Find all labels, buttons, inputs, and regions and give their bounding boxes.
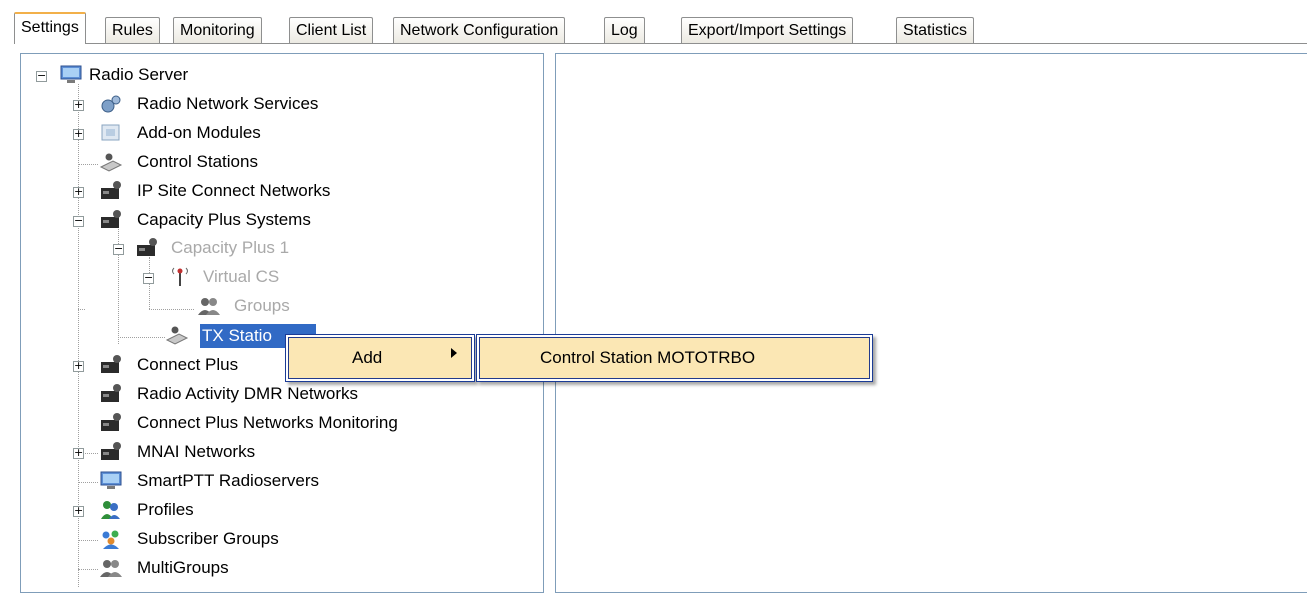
menu-item-control-station-mototrbo-label: Control Station MOTOTRBO (540, 348, 756, 367)
settings-tree-panel[interactable]: − Radio Server + Radio Network Services … (20, 53, 544, 593)
tab-export-import-settings[interactable]: Export/Import Settings (681, 17, 854, 43)
tree-node-radio-server[interactable]: Radio Server (87, 63, 190, 87)
expand-icon[interactable]: + (73, 505, 84, 517)
services-icon (101, 95, 121, 113)
tab-log[interactable]: Log (604, 17, 645, 43)
tree-line (149, 309, 194, 310)
tree-line (78, 569, 98, 570)
tree-node-mnai-networks[interactable]: MNAI Networks (135, 440, 257, 464)
repeater-icon (101, 384, 121, 402)
tree-node-multigroups[interactable]: MultiGroups (135, 556, 231, 580)
repeater-icon (101, 413, 121, 431)
repeater-icon (101, 181, 121, 199)
menu-item-add[interactable]: Add (288, 337, 472, 379)
tree-node-ip-site-connect-networks[interactable]: IP Site Connect Networks (135, 179, 332, 203)
tab-network-configuration[interactable]: Network Configuration (393, 17, 566, 43)
control-station-icon (99, 153, 123, 172)
server-icon (60, 65, 82, 83)
tree-line (118, 337, 165, 338)
expand-icon[interactable]: + (73, 186, 84, 198)
expand-icon[interactable]: + (73, 447, 84, 459)
tree-node-add-on-modules[interactable]: Add-on Modules (135, 121, 263, 145)
tree-node-smartptt-radioservers[interactable]: SmartPTT Radioservers (135, 469, 321, 493)
collapse-icon[interactable]: − (143, 272, 154, 284)
tree-line (78, 540, 98, 541)
tab-client-list[interactable]: Client List (289, 17, 374, 43)
details-panel (555, 53, 1307, 593)
tree-node-radio-network-services[interactable]: Radio Network Services (135, 92, 320, 116)
tab-settings[interactable]: Settings (14, 12, 86, 44)
tree-node-capacity-plus-1[interactable]: Capacity Plus 1 (169, 236, 291, 260)
modules-icon (101, 124, 120, 141)
repeater-icon (101, 210, 121, 228)
expand-icon[interactable]: + (73, 128, 84, 140)
tree-node-connect-plus[interactable]: Connect Plus (135, 353, 240, 377)
collapse-icon[interactable]: − (73, 215, 84, 227)
antenna-icon (172, 267, 188, 286)
group-icon (198, 298, 220, 315)
collapse-icon[interactable]: − (36, 70, 47, 82)
tab-monitoring[interactable]: Monitoring (173, 17, 262, 43)
expand-icon[interactable]: + (73, 99, 84, 111)
tab-strip-baseline (14, 43, 1307, 44)
subscriber-groups-icon (102, 530, 119, 549)
tree-line (78, 482, 98, 483)
tree-node-radio-activity-dmr-networks[interactable]: Radio Activity DMR Networks (135, 382, 360, 406)
profiles-icon (101, 501, 120, 519)
repeater-icon (101, 355, 121, 373)
tree-node-connect-plus-networks-monitoring[interactable]: Connect Plus Networks Monitoring (135, 411, 400, 435)
tab-rules[interactable]: Rules (105, 17, 160, 43)
tree-line (78, 309, 85, 310)
tree-node-virtual-cs[interactable]: Virtual CS (201, 265, 281, 289)
server-icon (100, 471, 122, 489)
submenu-arrow-icon (451, 348, 457, 358)
repeater-icon (101, 442, 121, 460)
tree-line (78, 164, 98, 165)
menu-item-control-station-mototrbo[interactable]: Control Station MOTOTRBO (479, 337, 870, 379)
menu-item-add-label: Add (352, 348, 383, 367)
tab-statistics[interactable]: Statistics (896, 17, 975, 43)
context-menu: Add (285, 334, 475, 382)
tab-strip: Settings Rules Monitoring Client List Ne… (14, 10, 1307, 46)
tree-node-groups[interactable]: Groups (232, 294, 292, 318)
tree-node-profiles[interactable]: Profiles (135, 498, 196, 522)
repeater-icon (137, 238, 157, 256)
submenu: Control Station MOTOTRBO (476, 334, 873, 382)
control-station-icon (165, 326, 189, 345)
tree-node-capacity-plus-systems[interactable]: Capacity Plus Systems (135, 208, 313, 232)
expand-icon[interactable]: + (73, 360, 84, 372)
group-icon (100, 560, 122, 577)
tree-node-control-stations[interactable]: Control Stations (135, 150, 260, 174)
tree-node-subscriber-groups[interactable]: Subscriber Groups (135, 527, 281, 551)
collapse-icon[interactable]: − (113, 243, 124, 255)
